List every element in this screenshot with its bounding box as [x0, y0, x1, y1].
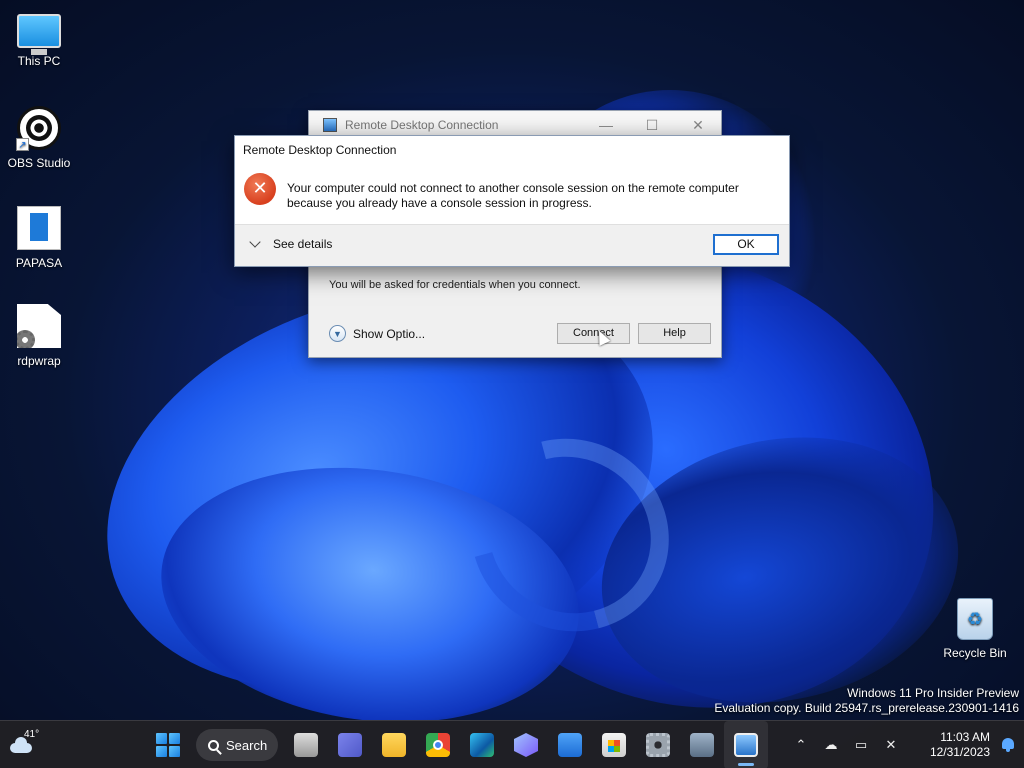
- error-message-line: Your computer could not connect to anoth…: [287, 181, 739, 195]
- desktop-icon-papasa[interactable]: PAPASA: [1, 206, 77, 270]
- notification-bell-icon[interactable]: [1000, 737, 1016, 753]
- chevron-down-icon: [249, 236, 261, 248]
- store-icon: [602, 733, 626, 757]
- gear-icon: [17, 330, 35, 348]
- clock-date: 12/31/2023: [929, 745, 990, 759]
- start-button[interactable]: [146, 721, 190, 768]
- watermark-line: Evaluation copy. Build 25947.rs_prerelea…: [714, 701, 1019, 715]
- shortcut-arrow-icon: ↗: [16, 138, 29, 151]
- desktop-icon-label: rdpwrap: [17, 354, 61, 368]
- maximize-button[interactable]: ☐: [629, 117, 675, 134]
- desktop-icon-label: Recycle Bin: [943, 646, 1007, 660]
- show-options-toggle[interactable]: ▼ Show Optio...: [329, 325, 425, 342]
- system-tray: ⌃ ☁ ▭ ✕ 11:03 AM 12/31/2023: [786, 721, 1016, 768]
- ok-button[interactable]: OK: [713, 234, 779, 255]
- desktop-icon-recycle-bin[interactable]: Recycle Bin: [937, 598, 1013, 660]
- windows-logo-icon: [156, 733, 180, 757]
- rdp-manager-icon: [690, 733, 714, 757]
- folder-icon: [382, 733, 406, 757]
- desktop-icon-this-pc[interactable]: This PC: [1, 8, 77, 68]
- error-x-icon: ✕: [244, 173, 276, 205]
- minimize-button[interactable]: —: [583, 117, 629, 134]
- edge-icon: [470, 733, 494, 757]
- dialog-title: Remote Desktop Connection: [243, 143, 397, 157]
- desktop-icon-rdpwrap[interactable]: rdpwrap: [1, 304, 77, 368]
- window-title: Remote Desktop Connection: [345, 118, 499, 132]
- see-details-label: See details: [273, 237, 333, 251]
- settings-button[interactable]: [636, 721, 680, 768]
- app-window-icon: [17, 206, 61, 250]
- desktop-icon-label: PAPASA: [15, 256, 63, 270]
- edge-button[interactable]: [460, 721, 504, 768]
- watermark-line: Windows 11 Pro Insider Preview: [847, 686, 1019, 700]
- remote-desktop-icon: [323, 118, 337, 132]
- gear-icon: [646, 733, 670, 757]
- chevron-down-icon: ▼: [329, 325, 346, 342]
- video-chat-icon: [338, 733, 362, 757]
- chrome-button[interactable]: [416, 721, 460, 768]
- task-view-icon: [294, 733, 318, 757]
- obs-icon: ↗: [16, 106, 61, 151]
- show-options-label: Show Optio...: [353, 326, 426, 341]
- desktop-icon-label: This PC: [17, 54, 61, 68]
- file-explorer-button[interactable]: [372, 721, 416, 768]
- taskbar: 41° Search ⌃ ☁ ▭ ✕ 11:03 AM 12/31/2023: [0, 720, 1024, 768]
- desktop-icon-obs-studio[interactable]: ↗ OBS Studio: [1, 106, 77, 170]
- weather-temperature: 41°: [24, 729, 40, 740]
- credentials-note: You will be asked for credentials when y…: [329, 279, 581, 291]
- remote-desktop-taskbar-button[interactable]: [724, 721, 768, 768]
- cloud-icon: [10, 737, 32, 753]
- dialog-footer: See details OK: [235, 224, 789, 266]
- store-button[interactable]: [592, 721, 636, 768]
- clock-time: 11:03 AM: [940, 730, 990, 744]
- cloud-offline-icon[interactable]: ☁: [816, 737, 846, 753]
- evaluation-watermark: Windows 11 Pro Insider Preview Evaluatio…: [714, 686, 1019, 716]
- teams-chat-button[interactable]: [328, 721, 372, 768]
- remote-desktop-icon: [734, 733, 758, 757]
- recycle-bin-icon: [957, 598, 993, 640]
- rdp-manager-button[interactable]: [680, 721, 724, 768]
- see-details-toggle[interactable]: See details: [249, 236, 333, 251]
- error-message-line: because you already have a console sessi…: [287, 196, 592, 210]
- chevron-up-icon[interactable]: ⌃: [786, 737, 816, 753]
- network-icon[interactable]: ▭: [846, 737, 876, 753]
- error-message: Your computer could not connect to anoth…: [287, 181, 777, 211]
- desktop-icon-label: OBS Studio: [7, 156, 71, 170]
- error-dialog: Remote Desktop Connection ✕ Your compute…: [234, 135, 790, 267]
- mail-icon: [558, 733, 582, 757]
- search-icon: [208, 739, 219, 751]
- search-label: Search: [226, 737, 268, 753]
- chrome-icon: [426, 733, 450, 757]
- mail-button[interactable]: [548, 721, 592, 768]
- taskbar-search[interactable]: Search: [196, 729, 278, 761]
- monitor-icon: [17, 14, 61, 55]
- copilot-icon: [514, 733, 538, 757]
- task-view-button[interactable]: [284, 721, 328, 768]
- clock[interactable]: 11:03 AM 12/31/2023: [912, 730, 990, 760]
- close-button[interactable]: ✕: [675, 117, 721, 134]
- copilot-button[interactable]: [504, 721, 548, 768]
- taskbar-apps: Search: [146, 721, 768, 768]
- wallpaper: [0, 0, 1024, 720]
- volume-muted-icon[interactable]: ✕: [876, 737, 906, 753]
- config-file-icon: [17, 304, 61, 348]
- weather-widget[interactable]: 41°: [8, 729, 42, 761]
- help-button[interactable]: Help: [638, 323, 711, 344]
